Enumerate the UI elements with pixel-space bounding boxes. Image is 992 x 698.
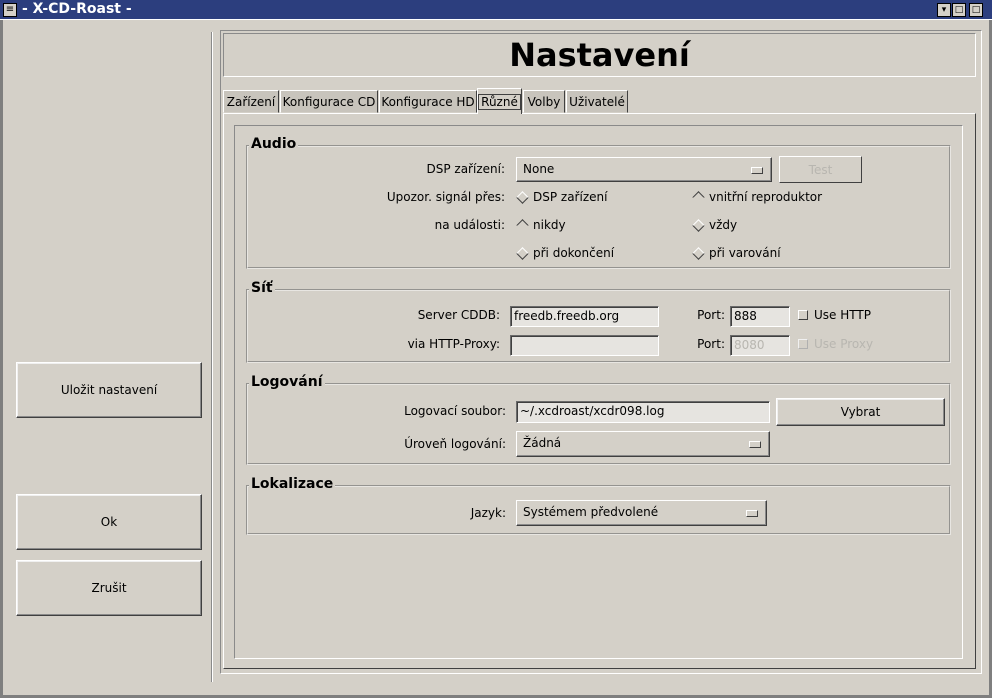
logging-group-title: Logování: [249, 374, 325, 390]
radio-label: DSP zařízení: [533, 190, 608, 204]
log-level-select[interactable]: Žádná: [516, 431, 770, 457]
test-button[interactable]: Test: [779, 156, 862, 183]
tab-devices[interactable]: Zařízení: [223, 90, 279, 113]
port-input[interactable]: 888: [730, 306, 790, 327]
signal-dsp-radio[interactable]: DSP zařízení: [516, 190, 607, 204]
dsp-device-value: None: [523, 162, 555, 176]
language-value: Systémem předvolené: [523, 505, 659, 519]
dsp-device-label: DSP zařízení:: [426, 162, 506, 176]
http-proxy-label: via HTTP-Proxy:: [407, 337, 500, 351]
tab-label: Konfigurace HD: [381, 94, 475, 109]
window-menu-icon[interactable]: ≡: [3, 3, 17, 17]
tab-label: Konfigurace CD: [282, 94, 376, 109]
cddb-server-label: Server CDDB:: [417, 308, 500, 322]
radio-off-icon: [516, 246, 529, 260]
sidebar: [8, 30, 9, 680]
ok-button[interactable]: Ok: [16, 494, 202, 550]
save-settings-button[interactable]: Uložit nastavení: [16, 362, 202, 418]
port-label: Port:: [697, 308, 725, 322]
radio-off-icon: [692, 218, 705, 232]
header-box: Nastavení: [223, 33, 976, 77]
cddb-server-input[interactable]: freedb.freedb.org: [510, 306, 659, 327]
tab-misc[interactable]: Různé: [477, 88, 522, 114]
minimize-icon[interactable]: ▾: [937, 3, 951, 17]
events-label: na události:: [434, 218, 505, 232]
language-label: Jazyk:: [470, 506, 506, 520]
dropdown-indicator-icon: [751, 167, 763, 174]
tab-options[interactable]: Volby: [523, 90, 565, 113]
dropdown-indicator-icon: [749, 441, 761, 448]
http-proxy-input[interactable]: [510, 335, 659, 356]
use-http-checkbox[interactable]: Use HTTP: [798, 308, 871, 322]
tab-label: Různé: [478, 93, 521, 110]
checkbox-icon: [798, 339, 808, 349]
radio-label: nikdy: [533, 218, 566, 232]
tab-hd-config[interactable]: Konfigurace HD: [379, 90, 477, 113]
checkbox-label: Use HTTP: [814, 308, 871, 322]
tab-users[interactable]: Uživatelé: [566, 90, 628, 113]
checkbox-icon: [798, 310, 808, 320]
tab-label: Volby: [527, 94, 561, 109]
browse-button[interactable]: Vybrat: [776, 398, 945, 426]
close-icon[interactable]: □: [969, 3, 983, 17]
radio-off-icon: [692, 246, 705, 260]
event-warning-radio[interactable]: při varování: [692, 246, 781, 260]
signal-label: Upozor. signál přes:: [386, 190, 505, 204]
radio-label: při dokončení: [533, 246, 615, 260]
language-select[interactable]: Systémem předvolené: [516, 500, 767, 526]
radio-on-icon: [692, 190, 705, 204]
log-file-input[interactable]: ~/.xcdroast/xcdr098.log: [516, 401, 770, 423]
dropdown-indicator-icon: [746, 510, 758, 517]
audio-group-title: Audio: [249, 136, 299, 152]
log-level-value: Žádná: [523, 436, 562, 450]
signal-speaker-radio[interactable]: vnitřní reproduktor: [692, 190, 822, 204]
proxy-port-label: Port:: [697, 337, 725, 351]
radio-label: vždy: [709, 218, 738, 232]
radio-label: při varování: [709, 246, 781, 260]
checkbox-label: Use Proxy: [814, 337, 874, 351]
title-bar: ≡ - X-CD-Roast - ▾ □ □: [0, 0, 992, 20]
network-group-title: Síť: [249, 280, 275, 296]
page-title: Nastavení: [509, 36, 690, 74]
event-completion-radio[interactable]: při dokončení: [516, 246, 614, 260]
cancel-button[interactable]: Zrušit: [16, 560, 202, 616]
window-title: - X-CD-Roast -: [22, 1, 132, 17]
dsp-device-select[interactable]: None: [516, 157, 772, 182]
tab-label: Uživatelé: [569, 94, 625, 109]
maximize-icon[interactable]: □: [952, 3, 966, 17]
locale-group-title: Lokalizace: [249, 476, 336, 492]
proxy-port-input[interactable]: 8080: [730, 335, 790, 356]
tab-cd-config[interactable]: Konfigurace CD: [280, 90, 378, 113]
tab-label: Zařízení: [226, 94, 276, 109]
radio-label: vnitřní reproduktor: [709, 190, 823, 204]
log-file-label: Logovací soubor:: [404, 404, 506, 418]
use-proxy-checkbox[interactable]: Use Proxy: [798, 337, 873, 351]
sidebar-separator: [211, 32, 213, 682]
event-never-radio[interactable]: nikdy: [516, 218, 566, 232]
event-always-radio[interactable]: vždy: [692, 218, 737, 232]
radio-off-icon: [516, 190, 529, 204]
log-level-label: Úroveň logování:: [404, 437, 506, 451]
radio-on-icon: [516, 218, 529, 232]
